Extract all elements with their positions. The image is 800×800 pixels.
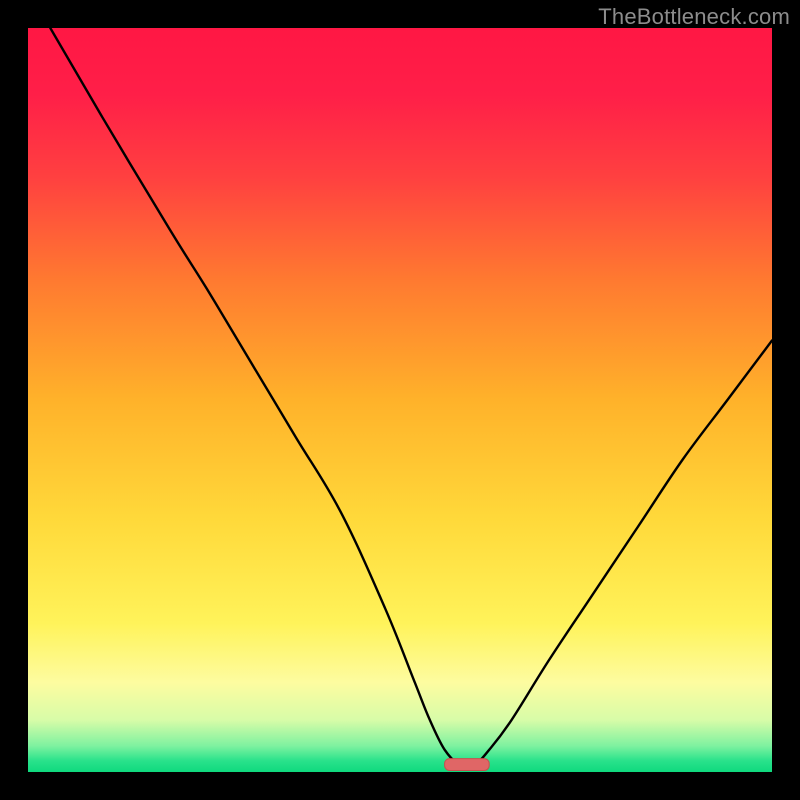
gradient-background bbox=[28, 28, 772, 772]
plot-area bbox=[28, 28, 772, 772]
minimum-marker bbox=[445, 759, 490, 771]
chart-frame: TheBottleneck.com bbox=[0, 0, 800, 800]
chart-svg bbox=[28, 28, 772, 772]
watermark-text: TheBottleneck.com bbox=[598, 4, 790, 30]
